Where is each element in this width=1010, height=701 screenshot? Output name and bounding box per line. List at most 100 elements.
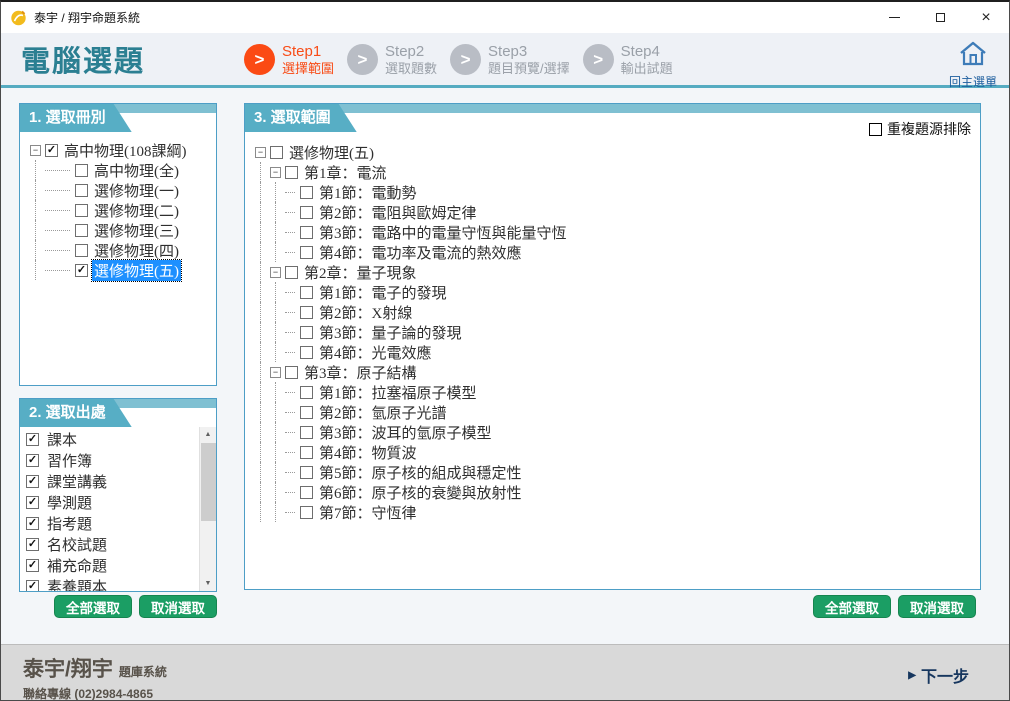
checkbox[interactable]: ✓ bbox=[26, 433, 39, 446]
maximize-button[interactable] bbox=[917, 2, 963, 33]
tree-item-label[interactable]: 第5節：原子核的組成與穩定性 bbox=[317, 462, 524, 483]
source-item-label[interactable]: 課本 bbox=[43, 429, 77, 450]
checkbox[interactable]: ✓ bbox=[26, 538, 39, 551]
tree-item-label[interactable]: 第3節：波耳的氫原子模型 bbox=[317, 422, 494, 443]
tree-item-label[interactable]: 第2節：氫原子光譜 bbox=[317, 402, 449, 423]
tree-item-label[interactable]: 第7節：守恆律 bbox=[317, 502, 419, 523]
source-item-label[interactable]: 補充命題 bbox=[43, 555, 107, 576]
source-item-label[interactable]: 課堂講義 bbox=[43, 471, 107, 492]
checkbox[interactable] bbox=[300, 186, 313, 199]
source-item-label[interactable]: 名校試題 bbox=[43, 534, 107, 555]
checkbox[interactable] bbox=[285, 266, 298, 279]
checkbox[interactable] bbox=[300, 486, 313, 499]
main-content: 1. 選取冊別 −✓高中物理(108課綱)高中物理(全)選修物理(一)選修物理(… bbox=[1, 88, 1009, 645]
source-item-label[interactable]: 學測題 bbox=[43, 492, 92, 513]
checkbox[interactable] bbox=[75, 244, 88, 257]
scroll-down-icon[interactable]: ▼ bbox=[200, 576, 216, 591]
checkbox[interactable] bbox=[300, 506, 313, 519]
close-button[interactable]: × bbox=[963, 2, 1009, 33]
tree-item: 第4節：物質波 bbox=[255, 442, 976, 462]
scrollbar-thumb[interactable] bbox=[201, 443, 216, 521]
sources-deselect-all-button[interactable]: 取消選取 bbox=[139, 595, 217, 618]
tree-item-label[interactable]: 選修物理(二) bbox=[92, 200, 181, 221]
checkbox[interactable] bbox=[300, 346, 313, 359]
checkbox[interactable] bbox=[300, 286, 313, 299]
checkbox[interactable]: ✓ bbox=[26, 580, 39, 591]
tree-item-label[interactable]: 選修物理(五) bbox=[92, 260, 181, 281]
checkbox[interactable]: ✓ bbox=[75, 264, 88, 277]
tree-item-label[interactable]: 第3節：電路中的電量守恆與能量守恆 bbox=[317, 222, 569, 243]
tree-item-label[interactable]: 第2節：電阻與歐姆定律 bbox=[317, 202, 479, 223]
scope-deselect-all-button[interactable]: 取消選取 bbox=[898, 595, 976, 618]
checkbox[interactable] bbox=[270, 146, 283, 159]
source-item[interactable]: ✓ 指考題 bbox=[26, 513, 199, 534]
checkbox[interactable] bbox=[300, 246, 313, 259]
expander-minus-icon[interactable]: − bbox=[270, 367, 281, 378]
checkbox[interactable] bbox=[300, 386, 313, 399]
tree-connector bbox=[285, 292, 295, 293]
expander-minus-icon[interactable]: − bbox=[30, 145, 41, 156]
source-item[interactable]: ✓ 習作簿 bbox=[26, 450, 199, 471]
sources-select-all-button[interactable]: 全部選取 bbox=[54, 595, 132, 618]
checkbox[interactable]: ✓ bbox=[26, 496, 39, 509]
checkbox[interactable] bbox=[75, 224, 88, 237]
tree-item-label[interactable]: 第3章：原子結構 bbox=[302, 362, 419, 383]
tree-item-label[interactable]: 第3節：量子論的發現 bbox=[317, 322, 464, 343]
source-item[interactable]: ✓ 素養題本 bbox=[26, 576, 199, 591]
checkbox[interactable] bbox=[300, 426, 313, 439]
source-item-label[interactable]: 素養題本 bbox=[43, 576, 107, 591]
tree-item-label[interactable]: 第2章：量子現象 bbox=[302, 262, 419, 283]
tree-item-label[interactable]: 第4節：電功率及電流的熱效應 bbox=[317, 242, 524, 263]
tree-item-label[interactable]: 選修物理(三) bbox=[92, 220, 181, 241]
checkbox[interactable] bbox=[300, 226, 313, 239]
tree-item: 第7節：守恆律 bbox=[255, 502, 976, 522]
tree-item: 第6節：原子核的衰變與放射性 bbox=[255, 482, 976, 502]
tree-item-label[interactable]: 高中物理(全) bbox=[92, 160, 181, 181]
tree-item-label[interactable]: 第1節：電子的發現 bbox=[317, 282, 449, 303]
source-item[interactable]: ✓ 學測題 bbox=[26, 492, 199, 513]
source-item[interactable]: ✓ 課堂講義 bbox=[26, 471, 199, 492]
checkbox[interactable] bbox=[300, 306, 313, 319]
tree-item-label[interactable]: 第1章：電流 bbox=[302, 162, 389, 183]
source-item[interactable]: ✓ 名校試題 bbox=[26, 534, 199, 555]
checkbox[interactable]: ✓ bbox=[26, 475, 39, 488]
checkbox[interactable] bbox=[285, 366, 298, 379]
tree-item-label[interactable]: 選修物理(五) bbox=[287, 142, 376, 163]
checkbox[interactable] bbox=[300, 446, 313, 459]
source-item[interactable]: ✓ 補充命題 bbox=[26, 555, 199, 576]
source-item-label[interactable]: 指考題 bbox=[43, 513, 92, 534]
checkbox[interactable] bbox=[300, 466, 313, 479]
tree-item-label[interactable]: 第2節：X射線 bbox=[317, 302, 414, 323]
minimize-button[interactable] bbox=[871, 2, 917, 33]
tree-guide-line bbox=[275, 242, 285, 262]
scroll-up-icon[interactable]: ▲ bbox=[200, 427, 216, 442]
tree-item-label[interactable]: 第4節：光電效應 bbox=[317, 342, 434, 363]
next-step-button[interactable]: ▶ 下一步 bbox=[908, 663, 969, 687]
checkbox[interactable]: ✓ bbox=[45, 144, 58, 157]
source-item-label[interactable]: 習作簿 bbox=[43, 450, 92, 471]
source-item[interactable]: ✓ 課本 bbox=[26, 429, 199, 450]
tree-item-label[interactable]: 第1節：拉塞福原子模型 bbox=[317, 382, 479, 403]
home-button[interactable]: 回主選單 bbox=[949, 40, 997, 90]
checkbox[interactable] bbox=[300, 206, 313, 219]
tree-item-label[interactable]: 選修物理(一) bbox=[92, 180, 181, 201]
tree-item-label[interactable]: 第6節：原子核的衰變與放射性 bbox=[317, 482, 524, 503]
tree-item-label[interactable]: 高中物理(108課綱) bbox=[62, 140, 189, 161]
checkbox[interactable] bbox=[75, 184, 88, 197]
tree-item-label[interactable]: 第1節：電動勢 bbox=[317, 182, 419, 203]
checkbox[interactable] bbox=[300, 406, 313, 419]
checkbox[interactable] bbox=[75, 164, 88, 177]
expander-minus-icon[interactable]: − bbox=[270, 267, 281, 278]
checkbox[interactable] bbox=[285, 166, 298, 179]
checkbox[interactable] bbox=[75, 204, 88, 217]
checkbox[interactable]: ✓ bbox=[26, 454, 39, 467]
scope-select-all-button[interactable]: 全部選取 bbox=[813, 595, 891, 618]
tree-item-label[interactable]: 第4節：物質波 bbox=[317, 442, 419, 463]
expander-minus-icon[interactable]: − bbox=[270, 167, 281, 178]
checkbox[interactable] bbox=[300, 326, 313, 339]
scrollbar[interactable]: ▲ ▼ bbox=[199, 427, 216, 591]
checkbox[interactable]: ✓ bbox=[26, 559, 39, 572]
expander-minus-icon[interactable]: − bbox=[255, 147, 266, 158]
tree-item-label[interactable]: 選修物理(四) bbox=[92, 240, 181, 261]
checkbox[interactable]: ✓ bbox=[26, 517, 39, 530]
